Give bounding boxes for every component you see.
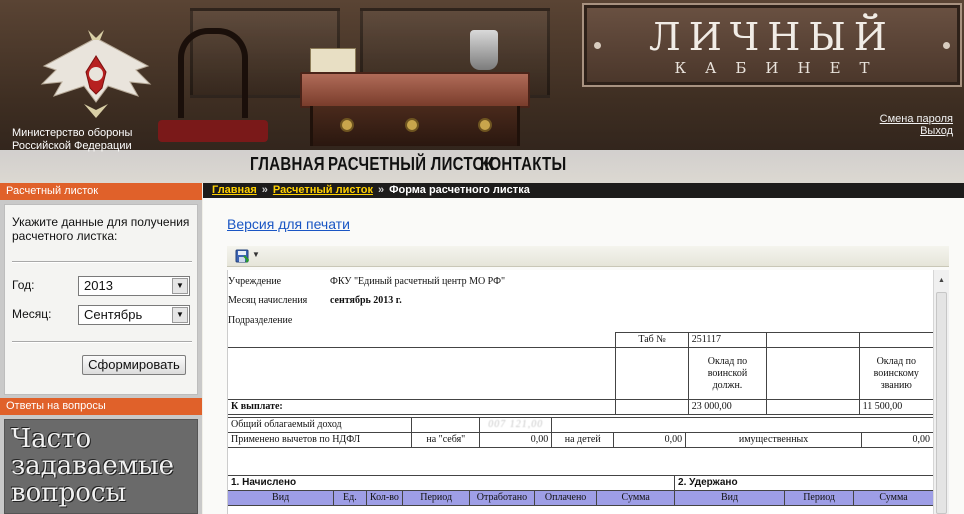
payslip-report: Учреждение ФКУ "Единый расчетный центр М… bbox=[227, 270, 949, 514]
faq-banner[interactable]: Часто задаваемые вопросы bbox=[4, 419, 198, 514]
breadcrumb-separator: » bbox=[261, 184, 268, 196]
title-plaque: ЛИЧНЫЙ КАБИНЕТ bbox=[582, 3, 962, 87]
desk-illustration bbox=[300, 72, 530, 108]
save-icon[interactable] bbox=[235, 249, 249, 263]
column-header: Отработано bbox=[469, 490, 535, 506]
salary-table: Таб № 251117 Оклад по воинской должн. Ок… bbox=[228, 332, 935, 415]
breadcrumb: Главная » Расчетный листок » Форма расчетног… bbox=[203, 183, 964, 198]
taxable-income-label: Общий облагаемый доход bbox=[228, 417, 413, 433]
salary-position-header: Оклад по воинской должн. bbox=[687, 347, 768, 400]
sidebar-section-title: Расчетный листок bbox=[0, 183, 202, 200]
print-version-link[interactable]: Версия для печати bbox=[227, 216, 350, 232]
main-nav: ГЛАВНАЯ РАСЧЕТНЫЙ ЛИСТОК КОНТАКТЫ bbox=[0, 150, 964, 183]
column-header: Сумма bbox=[596, 490, 676, 506]
scroll-up-icon[interactable]: ▲ bbox=[938, 276, 945, 284]
inkwell-illustration bbox=[470, 30, 498, 70]
institution-label: Учреждение bbox=[228, 276, 282, 287]
salary-rank-value: 11 500,00 bbox=[858, 399, 935, 415]
column-header: Период bbox=[784, 490, 855, 506]
accrual-month-row: Месяц начисления сентябрь 2013 г. bbox=[228, 294, 628, 308]
column-header: Вид bbox=[674, 490, 786, 506]
main-content: Версия для печати ▼ Учреждение ФКУ "Един… bbox=[203, 198, 964, 514]
nav-payslip[interactable]: РАСЧЕТНЫЙ ЛИСТОК bbox=[328, 154, 494, 174]
column-header: Оплачено bbox=[533, 490, 598, 506]
sidebar: Расчетный листок Укажите данные для полу… bbox=[0, 183, 202, 514]
faq-section-title: Ответы на вопросы bbox=[0, 398, 202, 415]
header-banner: Министерство обороны Российской Федераци… bbox=[0, 0, 964, 183]
month-select[interactable]: Сентябрь ▼ bbox=[78, 305, 190, 325]
generate-button[interactable]: Сформировать bbox=[82, 355, 186, 375]
month-select-value: Сентябрь bbox=[84, 307, 143, 322]
year-label: Год: bbox=[12, 278, 35, 292]
table-header-row: Вид Ед. Кол-во Период Отработано Оплачен… bbox=[228, 490, 934, 506]
year-select[interactable]: 2013 ▼ bbox=[78, 276, 190, 296]
institution-value: ФКУ "Единый расчетный центр МО РФ" bbox=[330, 276, 506, 287]
breadcrumb-home-link[interactable]: Главная bbox=[212, 184, 257, 196]
accrued-section-title: 1. Начислено bbox=[228, 475, 676, 491]
column-header: Вид bbox=[228, 490, 335, 506]
chevron-down-icon[interactable]: ▼ bbox=[172, 307, 188, 323]
salary-position-value: 23 000,00 bbox=[687, 399, 768, 415]
taxable-income-value: 007 121,00 bbox=[488, 419, 544, 430]
chevron-down-icon[interactable]: ▼ bbox=[172, 278, 188, 294]
form-prompt: Укажите данные для получения расчетного … bbox=[12, 215, 190, 243]
ministry-line: Министерство обороны bbox=[12, 127, 133, 139]
deduction-children-value: 0,00 bbox=[613, 432, 687, 448]
papers-illustration bbox=[310, 48, 356, 74]
accrued-withheld-table: 1. Начислено 2. Удержано Вид Ед. Кол-во … bbox=[228, 475, 934, 506]
report-scrollbar[interactable]: ▲ bbox=[933, 270, 949, 514]
nav-contacts[interactable]: КОНТАКТЫ bbox=[480, 154, 566, 174]
to-pay-label: К выплате: bbox=[228, 399, 617, 415]
divider bbox=[12, 261, 192, 263]
column-header: Ед. bbox=[333, 490, 367, 506]
change-password-link[interactable]: Смена пароля bbox=[880, 113, 953, 125]
breadcrumb-current: Форма расчетного листка bbox=[389, 184, 530, 196]
report-toolbar: ▼ bbox=[227, 246, 949, 267]
ministry-emblem-icon bbox=[40, 30, 152, 118]
page-title: ЛИЧНЫЙ bbox=[649, 15, 895, 59]
desk-knob bbox=[340, 118, 354, 132]
tab-number-value: 251117 bbox=[687, 332, 768, 348]
deduction-self-value: 0,00 bbox=[479, 432, 553, 448]
faq-banner-text: Часто задаваемые вопросы bbox=[11, 424, 175, 508]
deduction-property-label: имущественных bbox=[685, 432, 863, 448]
withheld-section-title: 2. Удержано bbox=[674, 475, 934, 491]
column-header: Сумма bbox=[853, 490, 934, 506]
divider bbox=[12, 341, 192, 343]
deductions-label: Применено вычетов по НДФЛ bbox=[228, 432, 413, 448]
page-subtitle: КАБИНЕТ bbox=[674, 59, 889, 77]
breadcrumb-payslip-link[interactable]: Расчетный листок bbox=[273, 184, 373, 196]
user-links: Смена пароля Выход bbox=[880, 113, 953, 137]
division-label: Подразделение bbox=[228, 315, 293, 326]
year-select-value: 2013 bbox=[84, 278, 113, 293]
desk-knob bbox=[478, 118, 492, 132]
division-row: Подразделение bbox=[228, 314, 628, 328]
institution-row: Учреждение ФКУ "Единый расчетный центр М… bbox=[228, 275, 628, 289]
accrual-month-value: сентябрь 2013 г. bbox=[330, 295, 402, 306]
salary-rank-header: Оклад по воинскому званию bbox=[858, 347, 935, 400]
dropdown-arrow-icon[interactable]: ▼ bbox=[252, 250, 260, 259]
accrual-month-label: Месяц начисления bbox=[228, 295, 308, 306]
deductions-table: Общий облагаемый доход 007 121,00 Примен… bbox=[228, 417, 934, 448]
column-header: Кол-во bbox=[365, 490, 404, 506]
deduction-self-label: на "себя" bbox=[411, 432, 481, 448]
month-label: Месяц: bbox=[12, 307, 52, 321]
breadcrumb-separator: » bbox=[377, 184, 385, 196]
desk-knob bbox=[405, 118, 419, 132]
deduction-children-label: на детей bbox=[551, 432, 615, 448]
nav-home[interactable]: ГЛАВНАЯ bbox=[250, 154, 325, 174]
column-header: Период bbox=[402, 490, 471, 506]
logout-link[interactable]: Выход bbox=[880, 125, 953, 137]
tab-number-label: Таб № bbox=[615, 332, 689, 348]
deduction-property-value: 0,00 bbox=[861, 432, 934, 448]
scrollbar-thumb[interactable] bbox=[936, 292, 947, 514]
